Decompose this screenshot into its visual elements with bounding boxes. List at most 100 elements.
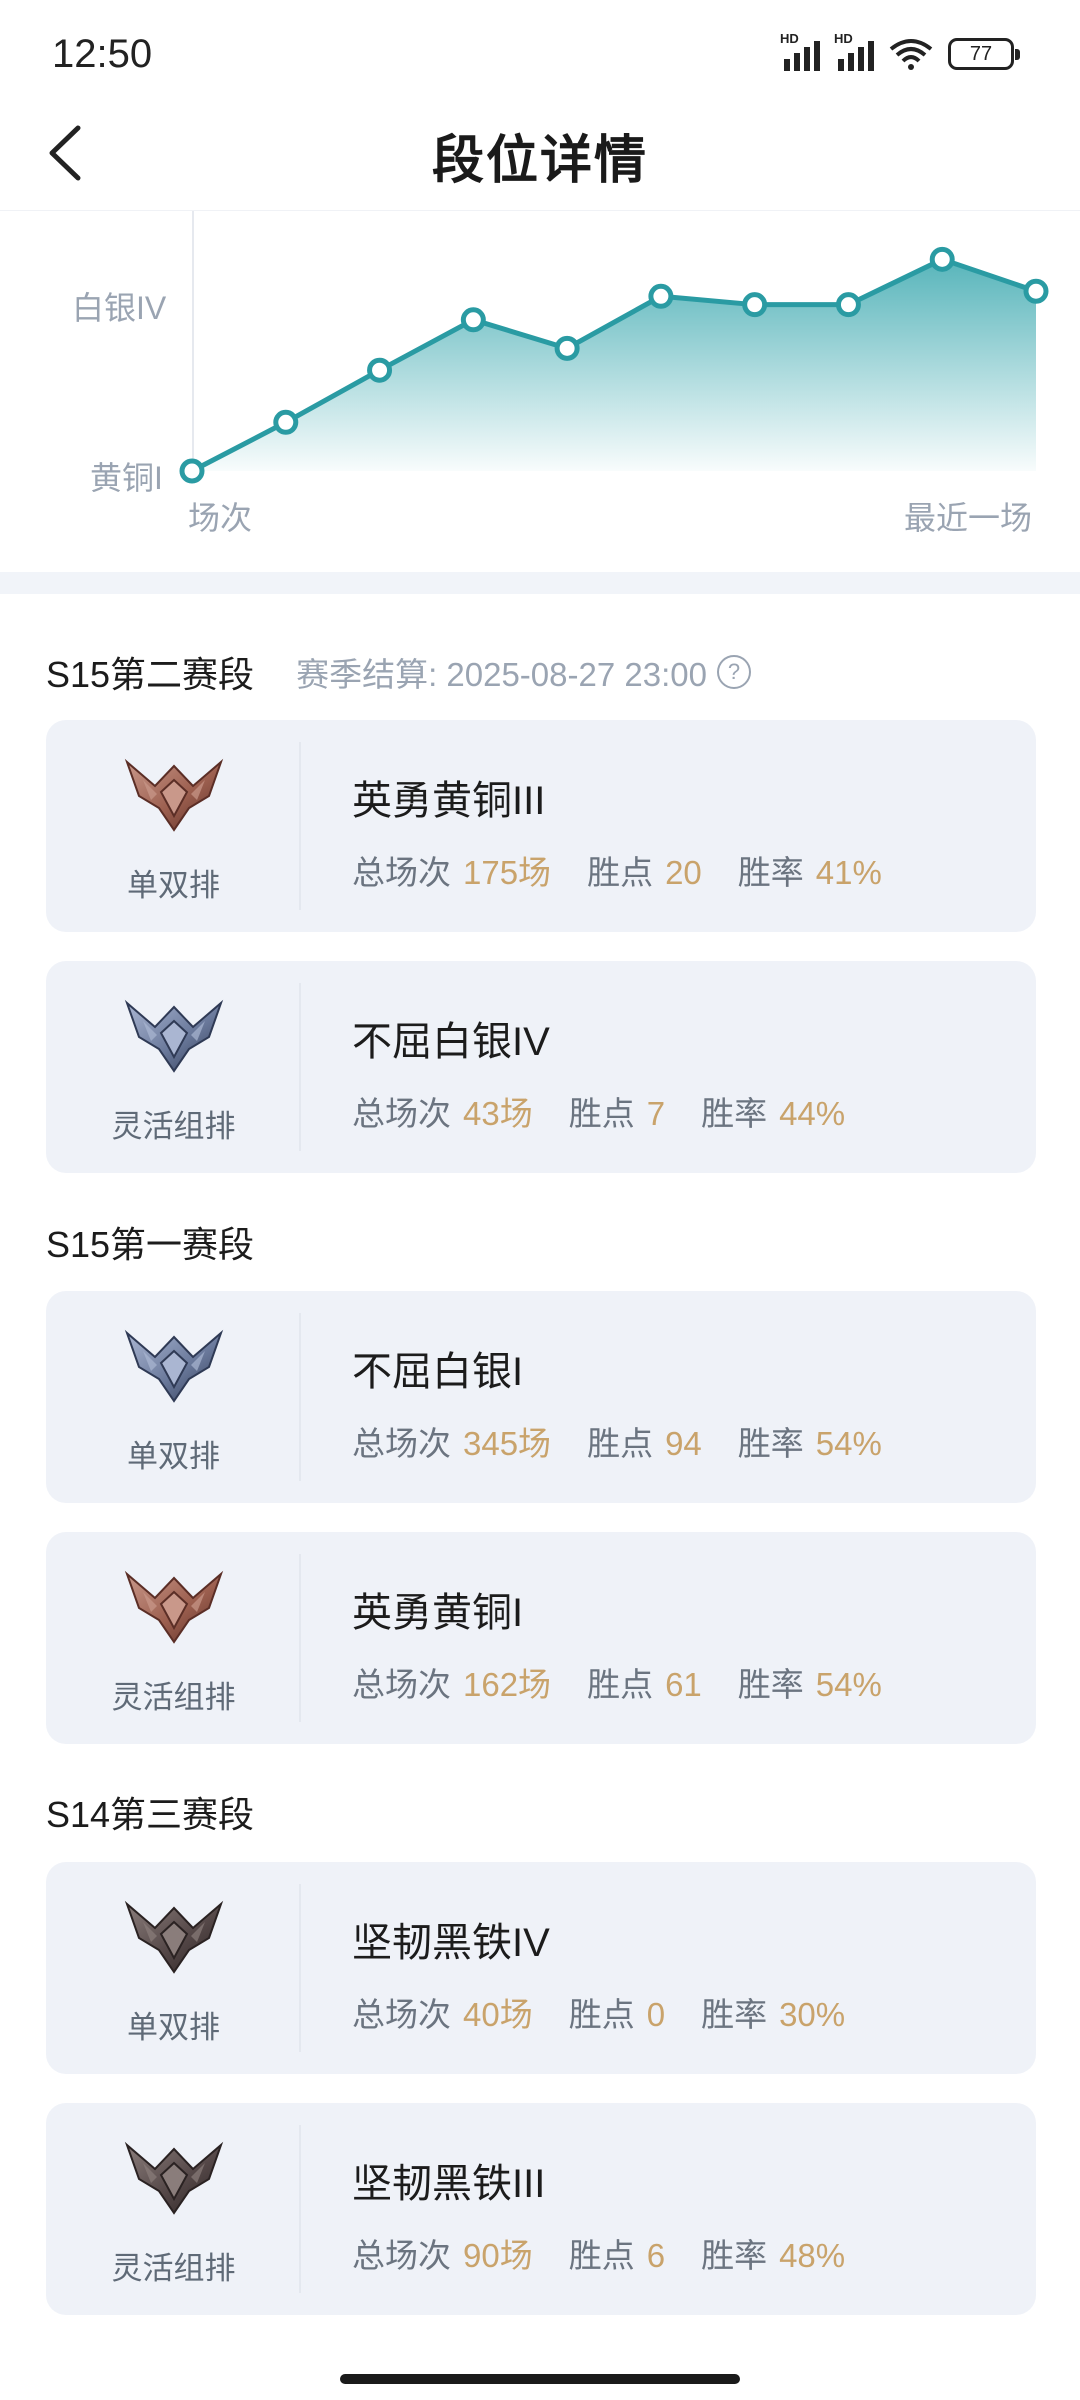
games-value: 43场 [463,1095,533,1132]
queue-label: 单双排 [127,1439,220,1474]
queue-label: 单双排 [127,2010,220,2045]
games-label: 总场次 [352,2237,451,2274]
rank-name: 不屈白银IV [352,1020,550,1064]
lp-value: 0 [646,1996,666,2033]
rank-stats: 总场次 162场 胜点 61 胜率 54% [352,1658,918,1706]
battery-level: 77 [969,42,993,65]
season-header: S14第三赛段 [46,1786,254,1838]
section-divider [0,572,1080,594]
page-title: 段位详情 [431,132,648,190]
cellular-signal-icon: HD [780,31,820,71]
winrate-label: 胜率 [737,1666,804,1703]
games-label: 总场次 [352,1666,451,1703]
games-value: 162场 [463,1666,552,1703]
rank-stats: 总场次 90场 胜点 6 胜率 48% [352,2229,881,2277]
rank-emblem-icon [124,1329,224,1403]
trend-point [367,357,393,383]
winrate-value: 30% [779,1996,846,2033]
games-value: 175场 [463,854,552,891]
rank-card[interactable]: 灵活组排 坚韧黑铁III 总场次 90场 胜点 6 胜率 48% [46,2103,1036,2315]
emblem-column: 灵活组排 [46,2125,301,2293]
games-label: 总场次 [352,1095,451,1132]
trend-point [742,292,768,318]
winrate-label: 胜率 [701,1095,768,1132]
trend-point [179,458,205,484]
rank-trend-chart: 白银IV 黄铜I 场次 最近一场 [0,210,1080,570]
trend-point [273,409,299,435]
rank-card[interactable]: 单双排 不屈白银I 总场次 345场 胜点 94 胜率 54% [46,1291,1036,1503]
trend-area [192,259,1036,471]
winrate-label: 胜率 [701,1996,768,2033]
lp-label: 胜点 [568,2237,635,2274]
winrate-value: 41% [815,854,882,891]
queue-label: 灵活组排 [111,2251,236,2286]
emblem-column: 灵活组排 [46,1554,301,1722]
games-label: 总场次 [352,854,451,891]
season-title: S15第一赛段 [46,1224,255,1265]
season-header: S15第二赛段 赛季结算: 2025-08-27 23:00 ? [46,646,751,698]
rank-name: 坚韧黑铁III [352,2162,546,2206]
rank-stats: 总场次 345场 胜点 94 胜率 54% [352,1417,918,1465]
lp-value: 94 [665,1425,702,1462]
lp-value: 6 [646,2237,666,2274]
rank-card[interactable]: 灵活组排 不屈白银IV 总场次 43场 胜点 7 胜率 44% [46,961,1036,1173]
games-label: 总场次 [352,1425,451,1462]
season-title: S15第二赛段 [46,654,255,695]
winrate-value: 44% [779,1095,846,1132]
rank-stats: 总场次 43场 胜点 7 胜率 44% [352,1087,881,1135]
lp-value: 7 [646,1095,666,1132]
season-settlement: 赛季结算: 2025-08-27 23:00 ? [296,648,751,696]
status-bar: 12:50 HD HD 77 [0,0,1080,110]
trend-point [554,335,580,361]
lp-label: 胜点 [587,1425,654,1462]
season-title: S14第三赛段 [46,1794,255,1835]
question-circle-icon[interactable]: ? [716,655,751,689]
games-value: 90场 [463,2237,533,2274]
home-indicator[interactable] [340,2374,740,2384]
wifi-icon [889,39,933,70]
emblem-column: 单双排 [46,1884,301,2052]
trend-point [835,292,861,318]
nav-bar: 段位详情 [0,100,1080,210]
lp-value: 61 [665,1666,702,1703]
queue-label: 灵活组排 [111,1109,236,1144]
lp-label: 胜点 [568,1996,635,2033]
winrate-label: 胜率 [701,2237,768,2274]
games-value: 345场 [463,1425,552,1462]
queue-label: 单双排 [127,868,220,903]
trend-point [460,307,486,333]
rank-emblem-icon [124,1900,224,1974]
rank-card[interactable]: 单双排 坚韧黑铁IV 总场次 40场 胜点 0 胜率 30% [46,1862,1036,2074]
queue-label: 灵活组排 [111,1680,236,1715]
settlement-text: 赛季结算: 2025-08-27 23:00 [296,656,707,693]
y-tick-label: 白银IV [72,290,167,326]
cellular-signal-2-icon: HD [834,31,874,71]
rank-emblem-icon [124,2141,224,2215]
status-time: 12:50 [52,32,153,76]
lp-value: 20 [665,854,702,891]
trend-point [1023,278,1049,304]
winrate-value: 54% [815,1425,882,1462]
x-axis-end-label: 最近一场 [904,500,1033,536]
status-icons: HD HD 77 [780,31,1020,74]
emblem-column: 灵活组排 [46,983,301,1151]
rank-emblem-icon [124,758,224,832]
rank-name: 不屈白银I [352,1350,524,1394]
winrate-value: 54% [815,1666,882,1703]
games-value: 40场 [463,1996,533,2033]
rank-card[interactable]: 单双排 英勇黄铜III 总场次 175场 胜点 20 胜率 41% [46,720,1036,932]
rank-name: 英勇黄铜I [352,1591,524,1635]
lp-label: 胜点 [587,1666,654,1703]
season-header: S15第一赛段 [46,1216,254,1268]
emblem-column: 单双排 [46,1313,301,1481]
rank-stats: 总场次 175场 胜点 20 胜率 41% [352,846,918,894]
games-label: 总场次 [352,1996,451,2033]
x-axis-start-label: 场次 [188,500,253,536]
rank-emblem-icon [124,999,224,1073]
winrate-value: 48% [779,2237,846,2274]
trend-point [648,283,674,309]
trend-point [929,246,955,272]
battery-icon: 77 [948,38,1020,70]
rank-emblem-icon [124,1570,224,1644]
rank-card[interactable]: 灵活组排 英勇黄铜I 总场次 162场 胜点 61 胜率 54% [46,1532,1036,1744]
